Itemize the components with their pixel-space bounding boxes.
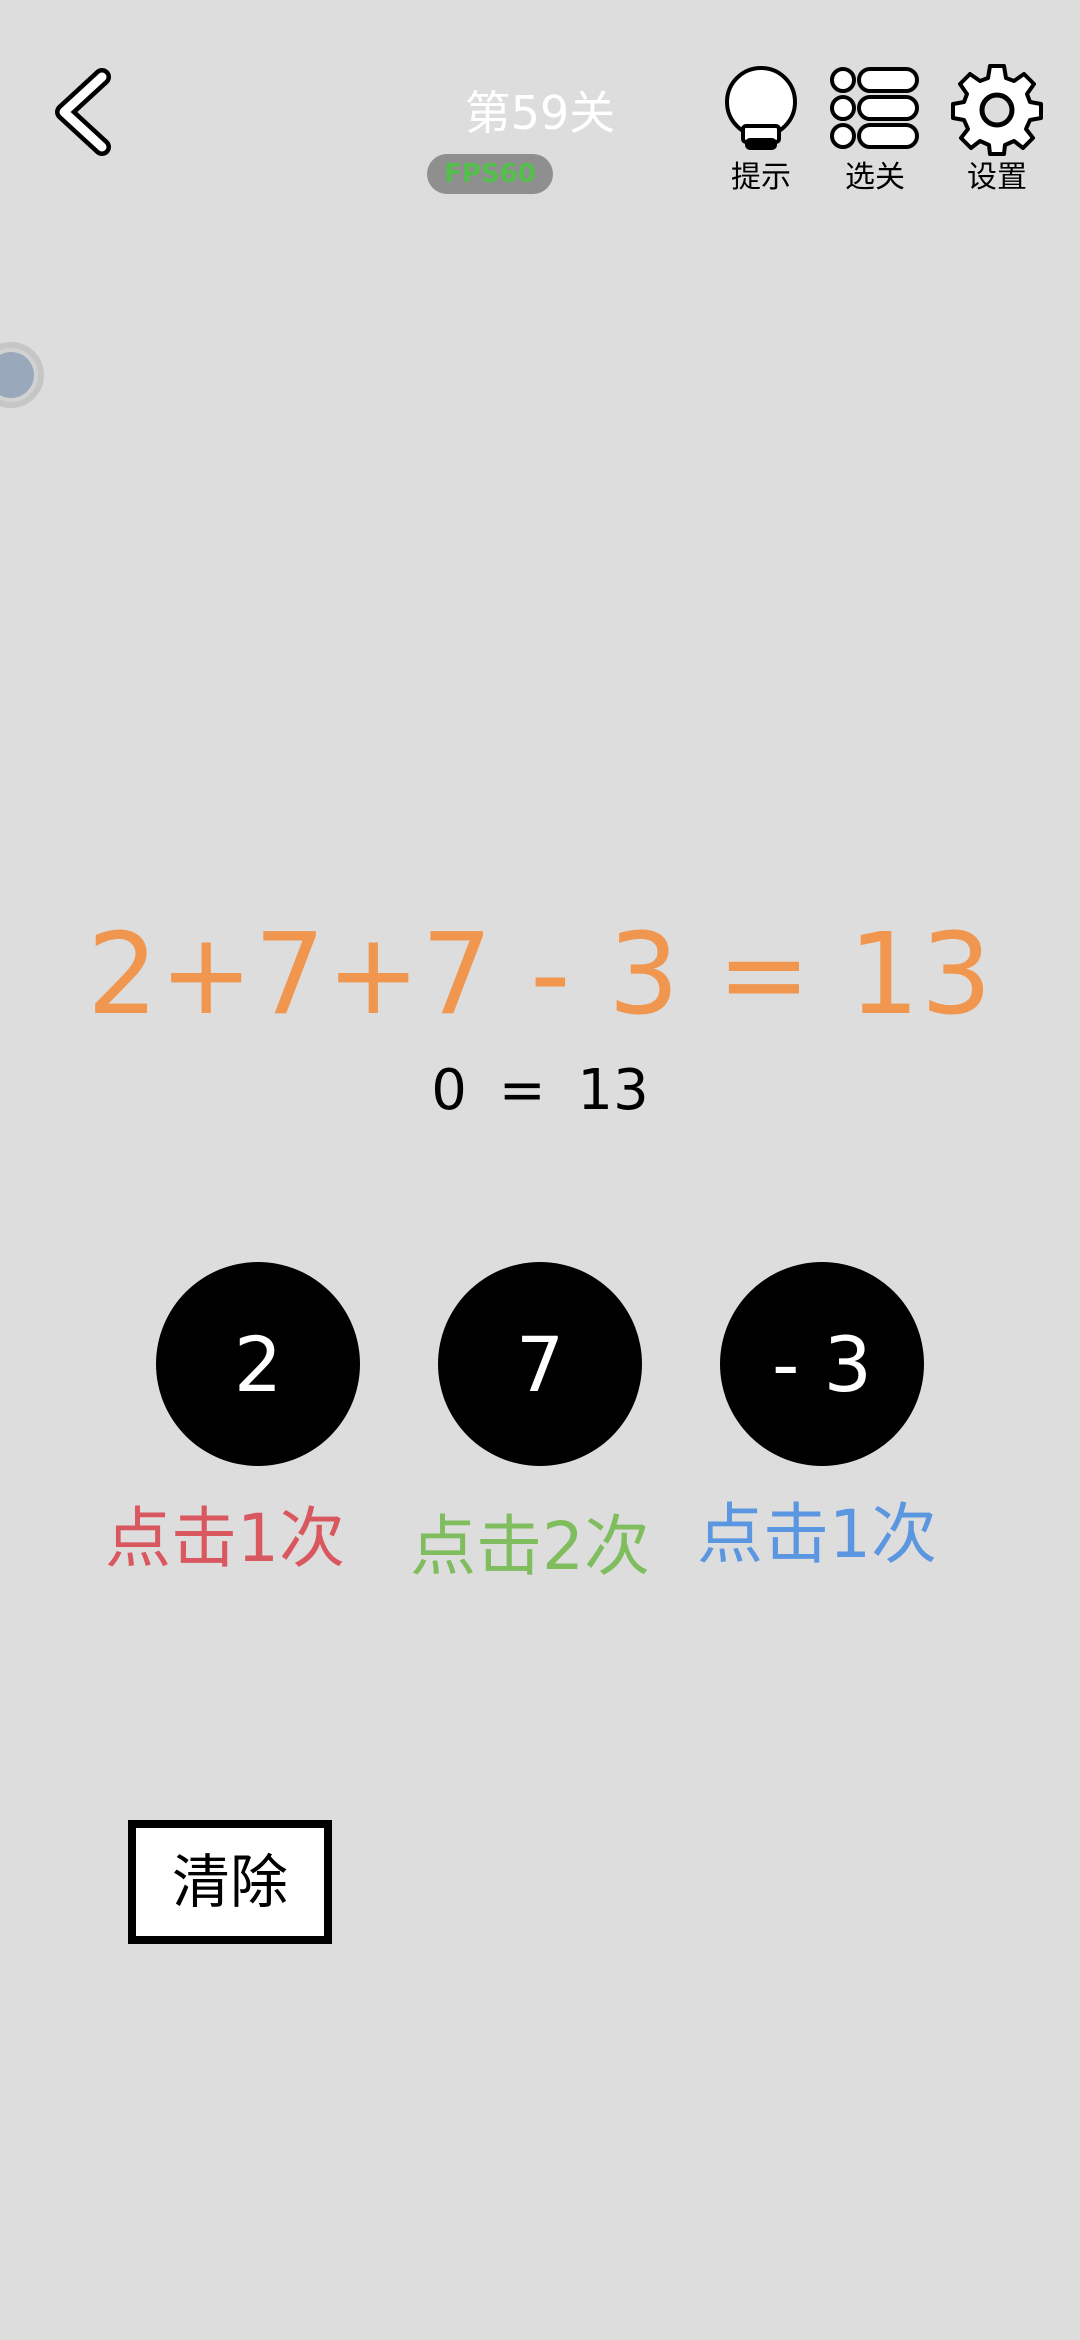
lightbulb-icon <box>725 66 797 150</box>
number-button-minus-3[interactable]: - 3 <box>720 1262 924 1466</box>
tap-count-label: 点击1次 <box>697 1496 937 1573</box>
floating-assistant-bubble[interactable] <box>0 342 44 408</box>
tap-count-label: 点击2次 <box>410 1508 650 1585</box>
number-button-2[interactable]: 2 <box>156 1262 360 1466</box>
target-equation: 2+7+7 - 3 = 13 <box>87 910 993 1040</box>
chevron-left-icon <box>55 68 111 156</box>
hint-button[interactable]: 提示 <box>706 64 816 196</box>
gear-icon <box>951 64 1043 156</box>
current-result: 0 = 13 <box>431 1058 649 1123</box>
tap-count-label: 点击1次 <box>105 1500 345 1577</box>
number-button-7[interactable]: 7 <box>438 1262 642 1466</box>
clear-button[interactable]: 清除 <box>128 1820 332 1944</box>
back-button[interactable] <box>38 62 128 162</box>
bubble-icon <box>0 352 34 398</box>
settings-label: 设置 <box>967 160 1027 195</box>
level-select-label: 选关 <box>845 160 905 195</box>
hint-label: 提示 <box>731 160 791 195</box>
settings-button[interactable]: 设置 <box>942 64 1052 196</box>
level-title: 第59关 <box>464 86 616 140</box>
fps-badge: FPS60 <box>427 154 553 194</box>
list-icon <box>830 67 919 149</box>
level-select-button[interactable]: 选关 <box>820 64 930 196</box>
